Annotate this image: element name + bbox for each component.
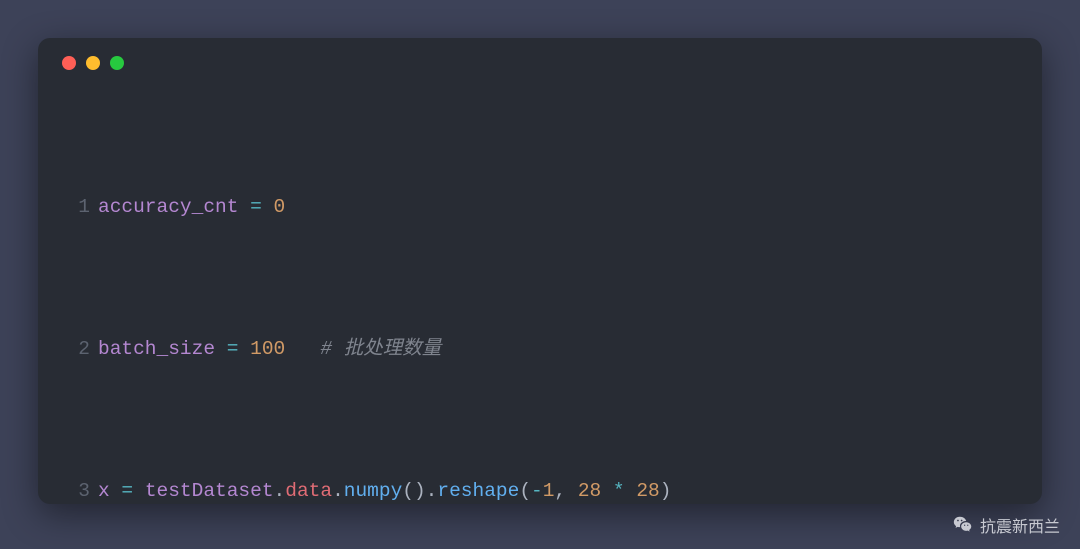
code-window: 1 accuracy_cnt = 0 2 batch_size = 100 # … — [38, 38, 1042, 504]
code-line: 2 batch_size = 100 # 批处理数量 — [60, 332, 1020, 367]
zoom-icon[interactable] — [110, 56, 124, 70]
window-controls — [62, 56, 1020, 70]
watermark: 抗震新西兰 — [952, 513, 1060, 537]
minimize-icon[interactable] — [86, 56, 100, 70]
code-block: 1 accuracy_cnt = 0 2 batch_size = 100 # … — [60, 84, 1020, 549]
code-content: batch_size = 100 # 批处理数量 — [98, 332, 1020, 367]
code-line: 3 x = testDataset.data.numpy().reshape(-… — [60, 474, 1020, 509]
lineno: 2 — [60, 332, 98, 367]
watermark-label: 抗震新西兰 — [980, 513, 1060, 537]
wechat-icon — [952, 514, 974, 536]
lineno: 3 — [60, 474, 98, 509]
close-icon[interactable] — [62, 56, 76, 70]
code-content: x = testDataset.data.numpy().reshape(-1,… — [98, 474, 1020, 509]
lineno: 1 — [60, 190, 98, 225]
code-line: 1 accuracy_cnt = 0 — [60, 190, 1020, 225]
code-content: accuracy_cnt = 0 — [98, 190, 1020, 225]
